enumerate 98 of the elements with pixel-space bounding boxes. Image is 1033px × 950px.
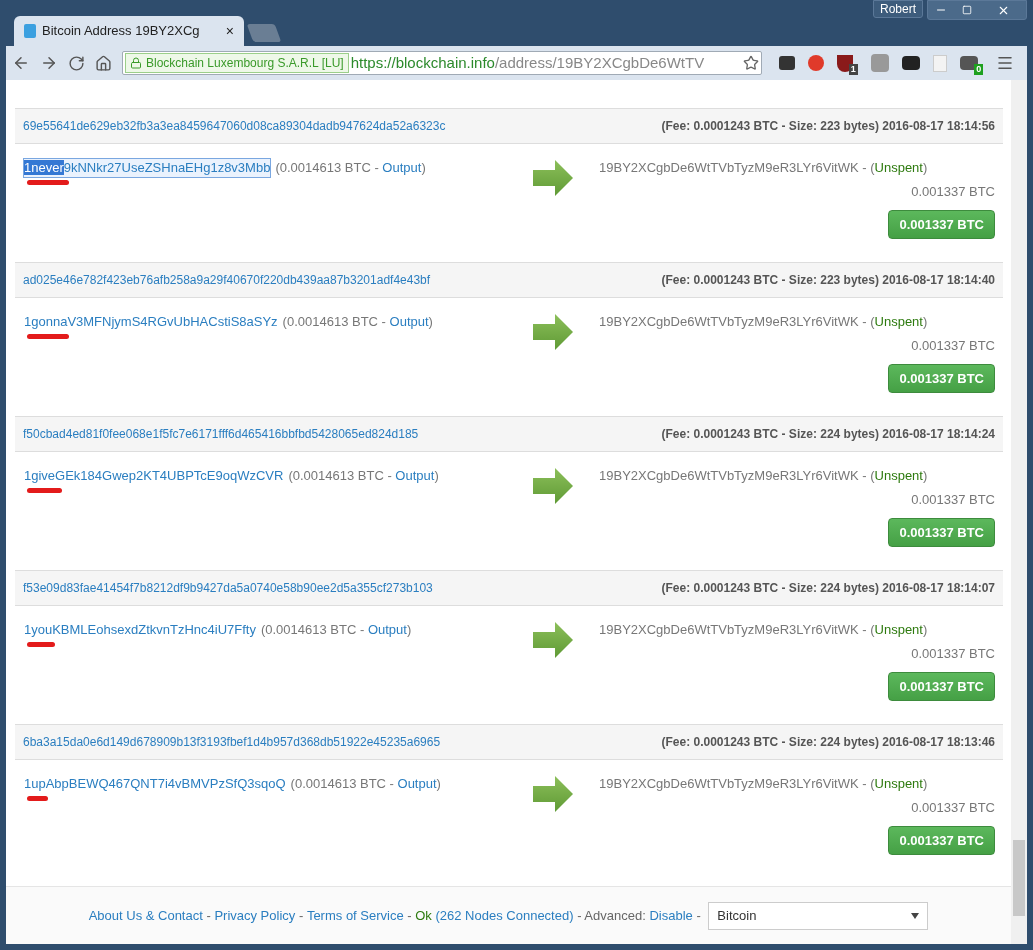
browser-tab[interactable]: Bitcoin Address 19BY2XCg × (14, 16, 244, 46)
badge-count: 1 (848, 63, 858, 75)
arrow-icon (533, 160, 573, 196)
transaction-hash-link[interactable]: f53e09d83fae41454f7b8212df9b9427da5a0740e58b90ee2d5a355cf273b103 (23, 579, 433, 597)
sender-address-link[interactable]: 1upAbpBEWQ467QNT7i4vBMVPzSfQ3sqoQ (23, 774, 287, 794)
recipient-address: 19BY2XCgbDe6WtTVbTyzM9eR3LYr6VitWK (599, 775, 859, 793)
arrow-icon (533, 314, 573, 350)
unspent-status: Unspent (874, 775, 923, 793)
recipient-amount: 0.001337 BTC (911, 182, 995, 201)
profile-button[interactable]: Robert (872, 0, 923, 18)
transaction-hash-link[interactable]: 69e55641de629eb32fb3a3ea8459647060d08ca89304dadb947624da52a6323c (23, 117, 446, 135)
transaction-hash-link[interactable]: ad025e46e782f423eb76afb258a9a29f40670f220db439aa87b3201adf4e43bf (23, 271, 431, 289)
footer-link[interactable]: (262 Nodes Connected) (431, 905, 574, 926)
footer-link[interactable]: About Us & Contact (88, 905, 203, 926)
badge-count: 0 (974, 64, 984, 75)
footer-link[interactable]: Privacy Policy (214, 905, 296, 926)
currency-select[interactable]: Bitcoin (708, 901, 929, 930)
close-paren: ) (428, 313, 433, 331)
separator-text: - (205, 906, 212, 925)
unspent-status: Unspent (874, 159, 923, 177)
close-icon[interactable]: × (225, 20, 234, 42)
underline-scribble (27, 334, 69, 339)
sender-amount: (0.0014613 BTC - (260, 621, 366, 639)
transaction-meta: (Fee: 0.0001243 BTC - Size: 224 bytes) 2016-08-17 18:13:46 (661, 734, 995, 751)
transaction-meta: (Fee: 0.0001243 BTC - Size: 223 bytes) 2016-08-17 18:14:40 (661, 272, 995, 289)
transaction-meta: (Fee: 0.0001243 BTC - Size: 224 bytes) 2016-08-17 18:14:07 (661, 580, 995, 597)
arrow-icon (533, 622, 573, 658)
sender-address-link[interactable]: 1youKBMLEohsexdZtkvnTzHnc4iU7Ffty (23, 620, 257, 640)
output-link[interactable]: Output (367, 620, 407, 640)
separator-text: - Advanced: (576, 906, 647, 925)
separator-text: - ( (861, 159, 875, 177)
total-amount-button[interactable]: 0.001337 BTC (888, 672, 995, 701)
output-link[interactable]: Output (395, 466, 435, 486)
sender-amount: (0.0014613 BTC - (282, 313, 387, 331)
sender-amount: (0.0014613 BTC - (275, 159, 380, 177)
close-paren: ) (434, 467, 439, 485)
menu-icon[interactable] (996, 54, 1015, 72)
unspent-status: Unspent (874, 621, 923, 639)
sender-address-link[interactable]: 1giveGEk184Gwep2KT4UBPTcE9oqWzCVR (23, 466, 285, 486)
identity-badge: Blockchain Luxembourg S.A.R.L [LU] (125, 53, 349, 73)
close-paren: ) (421, 159, 426, 177)
separator-text: - (406, 906, 413, 925)
recipient-amount: 0.001337 BTC (911, 798, 995, 817)
output-link[interactable]: Output (382, 158, 422, 178)
underline-scribble (27, 180, 69, 185)
sender-address-link[interactable]: 1gonnaV3MFNjymS4RGvUbHACstiS8aSYz (23, 312, 279, 332)
separator-text: - ( (861, 621, 875, 639)
separator-text: - ( (861, 467, 875, 485)
shield-icon[interactable] (836, 54, 853, 72)
transaction-meta: (Fee: 0.0001243 BTC - Size: 223 bytes) 2016-08-17 18:14:56 (661, 118, 995, 135)
transaction-hash-link[interactable]: f50cbad4ed81f0fee068e1f5fc7e6171fff6d465416bbfbd5428065ed824d185 (23, 425, 419, 443)
caret-icon (911, 912, 920, 919)
sender-amount: (0.0014613 BTC - (290, 775, 395, 793)
footer-link[interactable]: Disable (649, 905, 693, 926)
separator-text: - (297, 906, 305, 925)
address-bar[interactable]: Blockchain Luxembourg S.A.R.L [LU] https://blockchain.info/address/19BY2XCgbDe6WtTV (122, 51, 762, 75)
recipient-address: 19BY2XCgbDe6WtTVbTyzM9eR3LYr6VitWK (599, 467, 859, 485)
transaction-meta: (Fee: 0.0001243 BTC - Size: 224 bytes) 2016-08-17 18:14:24 (661, 426, 995, 443)
underline-scribble (27, 488, 62, 493)
sender-amount: (0.0014613 BTC - (288, 467, 393, 485)
unspent-status: Unspent (874, 467, 923, 485)
underline-scribble (27, 642, 55, 647)
separator-text: - (695, 906, 702, 925)
total-amount-button[interactable]: 0.001337 BTC (888, 518, 995, 547)
home-icon[interactable] (95, 54, 112, 72)
recipient-address: 19BY2XCgbDe6WtTVbTyzM9eR3LYr6VitWK (599, 621, 859, 639)
close-paren: ) (436, 775, 441, 793)
output-link[interactable]: Output (389, 312, 429, 332)
reload-icon[interactable] (68, 54, 85, 72)
footer-link[interactable]: Terms of Service (306, 905, 404, 926)
close-paren: ) (406, 621, 412, 639)
close-paren: ) (922, 621, 928, 639)
total-amount-button[interactable]: 0.001337 BTC (888, 210, 995, 239)
total-amount-button[interactable]: 0.001337 BTC (888, 826, 995, 855)
close-paren: ) (922, 313, 928, 331)
forward-icon[interactable] (40, 54, 58, 72)
separator-text: - ( (861, 775, 875, 793)
close-paren: ) (922, 775, 928, 793)
transaction-hash-link[interactable]: 6ba3a15da0e6d149d678909b13f3193fbef1d4b957d368db51922e45235a6965 (23, 733, 441, 751)
status-ok: Ok (415, 906, 432, 925)
back-icon[interactable] (12, 54, 30, 72)
url-text: https://blockchain.info/address/19BY2XCgbDe6WtTV (350, 52, 706, 73)
recipient-amount: 0.001337 BTC (911, 644, 995, 663)
output-link[interactable]: Output (397, 774, 437, 794)
recipient-address: 19BY2XCgbDe6WtTVbTyzM9eR3LYr6VitWK (599, 313, 859, 331)
recipient-amount: 0.001337 BTC (911, 490, 995, 509)
recipient-amount: 0.001337 BTC (911, 336, 995, 355)
total-amount-button[interactable]: 0.001337 BTC (888, 364, 995, 393)
underline-scribble (27, 796, 48, 801)
close-paren: ) (922, 159, 928, 177)
close-paren: ) (922, 467, 928, 485)
arrow-icon (533, 776, 573, 812)
unspent-status: Unspent (874, 313, 923, 331)
tab-title: Bitcoin Address 19BY2XCg (42, 22, 201, 41)
separator-text: - ( (861, 313, 875, 331)
arrow-icon (533, 468, 573, 504)
recipient-address: 19BY2XCgbDe6WtTVbTyzM9eR3LYr6VitWK (599, 159, 859, 177)
bookmark-star-icon[interactable] (743, 55, 759, 71)
